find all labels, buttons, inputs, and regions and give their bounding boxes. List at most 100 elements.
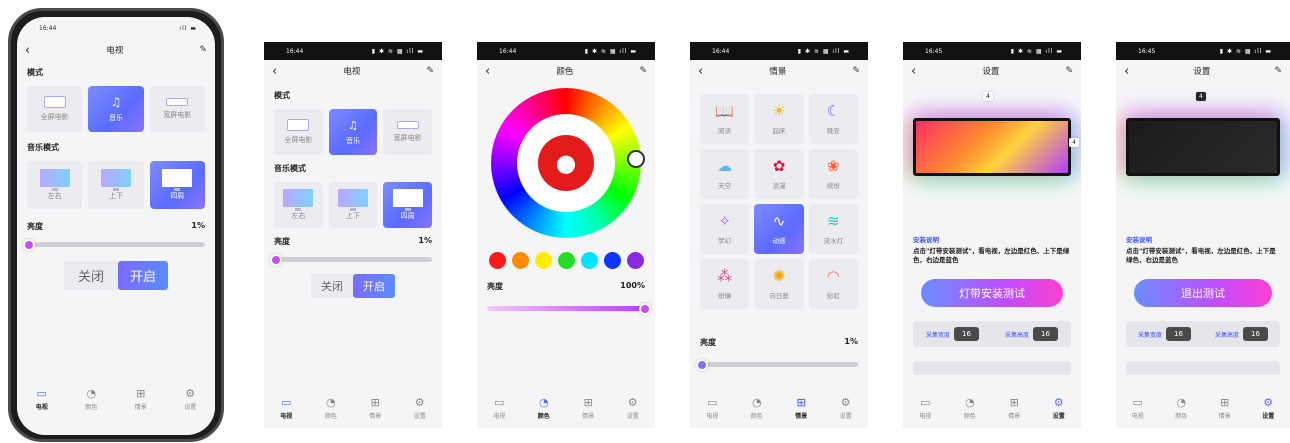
capture-size-row: 采集宽度 16 采集高度 16: [913, 321, 1071, 348]
edit-pencil-icon[interactable]: ✎: [1065, 66, 1073, 76]
brightness-slider[interactable]: [269, 253, 432, 266]
tab-scene[interactable]: ⊞ 情景: [369, 397, 381, 420]
tab-tv[interactable]: ▭ 电视: [36, 388, 48, 411]
led-install-test-button[interactable]: 灯带安装测试: [921, 279, 1063, 308]
toggle-on-button[interactable]: 开启: [353, 274, 395, 298]
scene-item[interactable]: ⁂ 斑斓: [700, 259, 750, 309]
edit-pencil-icon[interactable]: ✎: [852, 66, 860, 76]
right-led-count-badge: 4: [1069, 138, 1079, 147]
music-mode-top-bottom[interactable]: 上下: [88, 161, 144, 209]
tab-tv[interactable]: ▭ 电视: [1132, 397, 1144, 420]
tab-color[interactable]: ◔ 颜色: [538, 397, 550, 420]
tab-settings[interactable]: ⚙ 设置: [1053, 397, 1065, 420]
tab-tv[interactable]: ▭ 电视: [493, 397, 505, 420]
back-arrow-icon[interactable]: ‹: [1124, 65, 1129, 78]
color-swatch[interactable]: [603, 252, 621, 269]
tab-color[interactable]: ◔ 颜色: [751, 397, 763, 420]
scene-item[interactable]: ✺ 向日葵: [754, 259, 804, 309]
color-swatch[interactable]: [580, 252, 598, 269]
color-wheel-knob[interactable]: [627, 150, 645, 168]
edit-pencil-icon[interactable]: ✎: [199, 45, 207, 55]
music-mode-left-right[interactable]: 左右: [274, 182, 323, 228]
color-swatch[interactable]: [534, 252, 552, 269]
back-arrow-icon[interactable]: ‹: [911, 65, 916, 78]
tab-scene[interactable]: ⊞ 情景: [135, 388, 147, 411]
exit-test-button[interactable]: 退出测试: [1134, 279, 1272, 308]
status-bar: 16:44 ▮ ✱ ≋ ▦ ıll ▬: [690, 42, 868, 60]
tab-settings[interactable]: ⚙ 设置: [1262, 397, 1274, 420]
back-arrow-icon[interactable]: ‹: [25, 44, 30, 57]
tab-tv[interactable]: ▭ 电视: [919, 397, 931, 420]
edit-pencil-icon[interactable]: ✎: [1274, 66, 1282, 76]
color-swatch[interactable]: [626, 252, 644, 269]
brightness-slider-knob[interactable]: [695, 358, 708, 371]
capture-width-input[interactable]: 16: [954, 327, 979, 342]
brightness-slider-knob[interactable]: [22, 238, 35, 251]
wave-pulse-icon: ∿: [772, 211, 786, 230]
color-swatch[interactable]: [557, 252, 575, 269]
tab-settings[interactable]: ⚙ 设置: [184, 388, 196, 411]
tab-color[interactable]: ◔ 颜色: [325, 397, 337, 420]
scene-item[interactable]: ✧ 梦幻: [700, 204, 750, 254]
tab-settings[interactable]: ⚙ 设置: [414, 397, 426, 420]
brightness-slider[interactable]: [22, 238, 205, 251]
mode-label: 全屏电影: [40, 113, 69, 121]
palette-icon: ◔: [538, 395, 549, 409]
scene-item[interactable]: 📖 阅读: [700, 94, 750, 144]
screen-color: 16:44 ▮ ✱ ≋ ▦ ıll ▬ ‹ 颜色 ✎ ● 亮度 100% ▭ 电视…: [477, 42, 655, 428]
back-arrow-icon[interactable]: ‹: [698, 65, 703, 78]
tab-scene[interactable]: ⊞ 情景: [795, 397, 807, 420]
brightness-slider[interactable]: [695, 358, 858, 371]
scene-item[interactable]: ❀ 缤纷: [808, 149, 858, 199]
mode-music[interactable]: ♫ 音乐: [88, 86, 144, 132]
tab-color[interactable]: ◔ 颜色: [964, 397, 976, 420]
music-mode-left-right[interactable]: 左右: [27, 161, 83, 209]
color-swatch[interactable]: [488, 252, 506, 269]
tab-tv[interactable]: ▭ 电视: [706, 397, 718, 420]
scene-item[interactable]: ≋ 流水灯: [808, 204, 858, 254]
edit-pencil-icon[interactable]: ✎: [426, 66, 434, 76]
tab-scene[interactable]: ⊞ 情景: [582, 397, 594, 420]
scene-item[interactable]: ☁ 天空: [700, 149, 750, 199]
grid-icon: ⊞: [583, 395, 593, 409]
tab-scene[interactable]: ⊞ 情景: [1219, 397, 1231, 420]
tab-color[interactable]: ◔ 颜色: [85, 388, 97, 411]
music-mode-top-bottom[interactable]: 上下: [328, 182, 378, 228]
brightness-slider-knob[interactable]: [269, 253, 282, 266]
back-arrow-icon[interactable]: ‹: [485, 65, 490, 78]
mode-fullscreen-movie[interactable]: 全屏电影: [274, 109, 323, 155]
brightness-slider[interactable]: [487, 302, 651, 315]
moon-icon: ☾: [826, 101, 841, 120]
mode-widescreen-movie[interactable]: 宽屏电影: [383, 109, 433, 155]
capture-height-input[interactable]: 16: [1033, 327, 1058, 342]
mode-fullscreen-movie[interactable]: 全屏电影: [27, 86, 83, 132]
tab-settings[interactable]: ⚙ 设置: [627, 397, 639, 420]
scene-item[interactable]: ☀ 起床: [754, 94, 804, 144]
power-toggle[interactable]: 关闭 开启: [17, 261, 215, 290]
capture-width-input[interactable]: 16: [1166, 327, 1191, 342]
lightbulb-icon[interactable]: ●: [538, 135, 594, 191]
color-wheel[interactable]: ●: [491, 88, 645, 238]
power-toggle[interactable]: 关闭 开启: [264, 274, 442, 298]
brightness-slider-knob[interactable]: [639, 302, 651, 315]
tab-label: 颜色: [85, 403, 98, 411]
tab-settings[interactable]: ⚙ 设置: [840, 397, 852, 420]
music-mode-surround[interactable]: 四周: [383, 182, 433, 228]
tab-tv[interactable]: ▭ 电视: [280, 397, 292, 420]
toggle-on-button[interactable]: 开启: [118, 261, 169, 290]
tab-color[interactable]: ◔ 颜色: [1175, 397, 1187, 420]
tab-scene[interactable]: ⊞ 情景: [1008, 397, 1020, 420]
scene-item[interactable]: ∿ 动感: [754, 204, 804, 254]
color-swatch[interactable]: [511, 252, 529, 269]
music-mode-surround[interactable]: 四周: [149, 161, 205, 209]
scene-item[interactable]: ☾ 晚安: [808, 94, 858, 144]
edit-pencil-icon[interactable]: ✎: [639, 66, 647, 76]
back-arrow-icon[interactable]: ‹: [272, 65, 277, 78]
mode-widescreen-movie[interactable]: 宽屏电影: [149, 86, 205, 132]
capture-height-input[interactable]: 16: [1243, 327, 1268, 342]
scene-item[interactable]: ◠ 彩虹: [808, 259, 858, 309]
toggle-off-button[interactable]: 关闭: [311, 274, 353, 298]
scene-item[interactable]: ✿ 浪漫: [754, 149, 804, 199]
toggle-off-button[interactable]: 关闭: [63, 261, 118, 290]
mode-music[interactable]: ♫ 音乐: [328, 109, 378, 155]
